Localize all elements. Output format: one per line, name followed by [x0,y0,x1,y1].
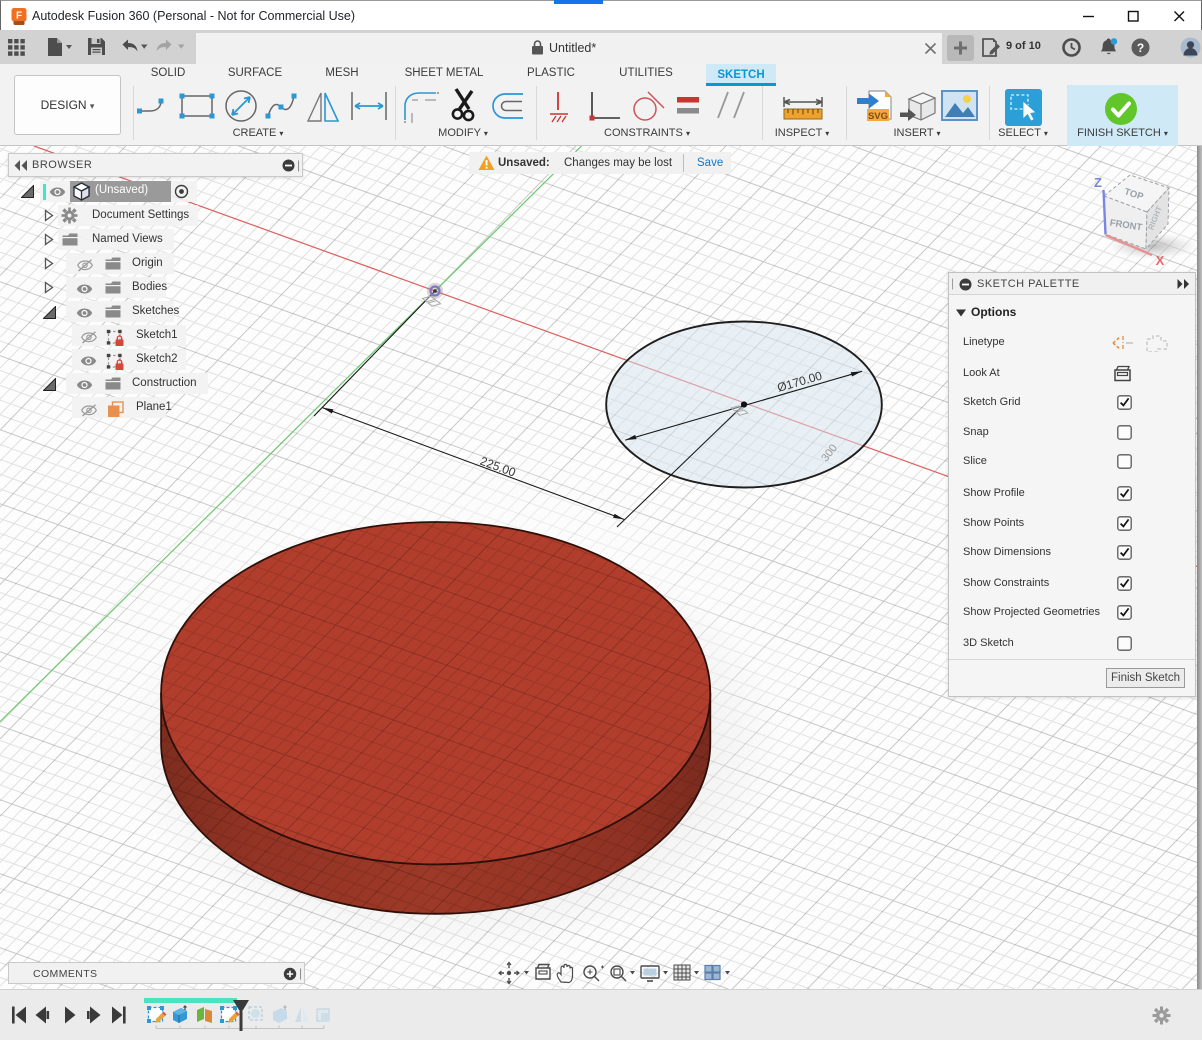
svg-text:F: F [16,11,22,22]
svg-text:?: ? [1137,41,1144,55]
svg-text:Z: Z [1094,175,1102,190]
svg-text:X: X [1156,253,1165,268]
svg-text:SVG: SVG [868,111,888,122]
